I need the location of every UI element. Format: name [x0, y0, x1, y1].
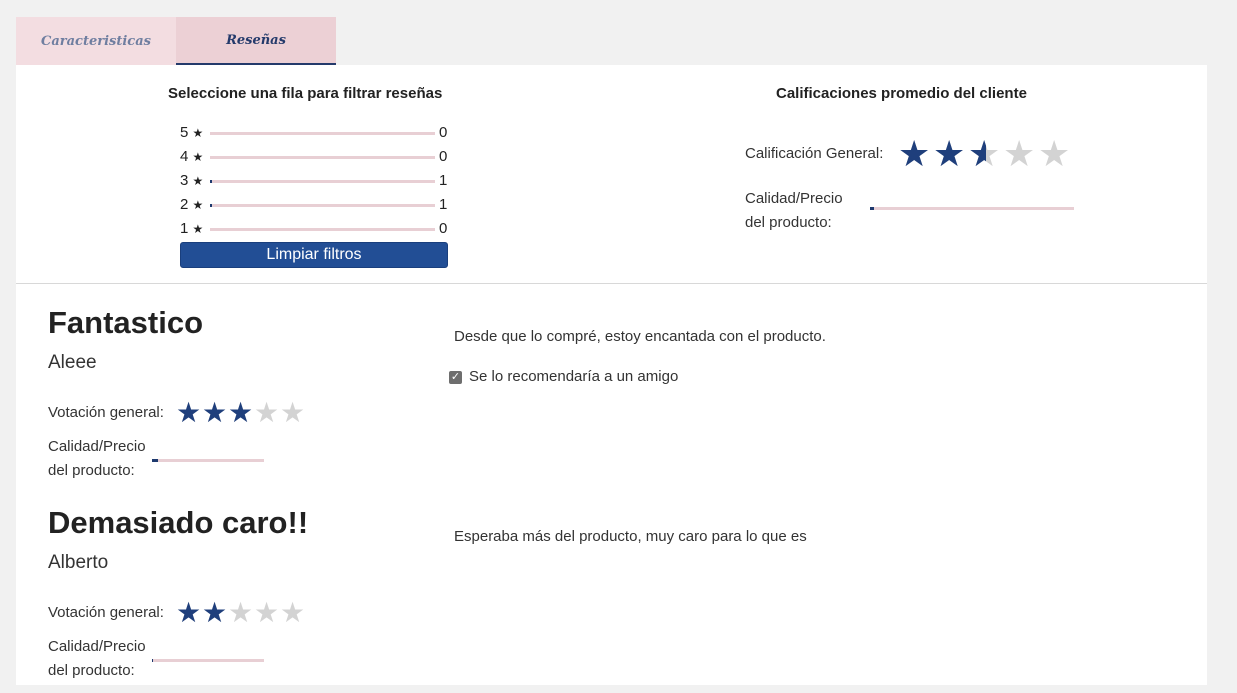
reviews-panel: Seleccione una fila para filtrar reseñas… — [16, 65, 1207, 685]
row-bar-fill — [210, 204, 213, 207]
star-icon: ★ ★ — [176, 597, 202, 628]
filter-row-4-stars[interactable]: 4 ★ 0 — [180, 148, 480, 166]
star-icon: ★ — [192, 174, 204, 188]
row-count: 0 — [439, 124, 448, 141]
star-icon: ★ — [228, 597, 254, 628]
filter-row-5-stars[interactable]: 5 ★ 0 — [180, 124, 480, 142]
star-icon: ★ ★ — [176, 397, 202, 428]
row-bar — [210, 204, 435, 207]
row-bar — [210, 228, 435, 231]
review-body: Desde que lo compré, estoy encantada con… — [454, 328, 826, 345]
star-icon: ★ — [1038, 133, 1071, 174]
review-rating-stars: ★ ★ ★ ★ ★ ★ ★ ★ — [176, 399, 306, 427]
averages-title: Calificaciones promedio del cliente — [776, 85, 1027, 102]
row-bar-fill — [210, 180, 213, 183]
value-rating-label: Calidad/Precio del producto: — [745, 190, 843, 231]
star-icon: ★ — [192, 198, 204, 212]
review-body: Esperaba más del producto, muy caro para… — [454, 528, 807, 545]
recommend-checkbox[interactable]: ✓ — [449, 371, 462, 384]
review-value-label: Calidad/Precio del producto: — [48, 438, 146, 479]
star-icon: ★ — [192, 150, 204, 164]
star-icon: ★ ★ — [933, 133, 966, 174]
star-icon: ★ — [192, 126, 204, 140]
filter-title: Seleccione una fila para filtrar reseñas — [168, 85, 443, 102]
row-label: 3 ★ — [180, 172, 204, 189]
filter-row-2-stars[interactable]: 2 ★ 1 — [180, 196, 480, 214]
review-title: Demasiado caro!! — [48, 505, 309, 540]
row-count: 0 — [439, 220, 448, 237]
value-rating-bar-fill — [870, 207, 875, 210]
review-value-label: Calidad/Precio del producto: — [48, 638, 146, 679]
star-icon: ★ — [280, 397, 306, 428]
row-bar — [210, 156, 435, 159]
row-bar — [210, 180, 435, 183]
row-bar — [210, 132, 435, 135]
overall-rating-stars: ★ ★ ★ ★ ★ ★ ★ ★ — [898, 136, 1073, 172]
row-count: 1 — [439, 172, 448, 189]
star-icon: ★ ★ — [202, 397, 228, 428]
review-value-bar — [152, 459, 264, 462]
star-icon: ★ ★ — [898, 133, 931, 174]
filter-row-3-stars[interactable]: 3 ★ 1 — [180, 172, 480, 190]
star-icon: ★ ★ — [228, 397, 254, 428]
star-icon: ★ — [280, 597, 306, 628]
review-author: Aleee — [48, 352, 97, 373]
clear-filters-button[interactable]: Limpiar filtros — [180, 242, 448, 268]
row-count: 0 — [439, 148, 448, 165]
review-rating-label: Votación general: — [48, 604, 164, 621]
star-icon: ★ ★ — [202, 597, 228, 628]
star-icon: ★ — [192, 222, 204, 236]
section-divider — [16, 283, 1207, 284]
row-label: 1 ★ — [180, 220, 204, 237]
row-label: 5 ★ — [180, 124, 204, 141]
star-icon: ★ — [1003, 133, 1036, 174]
review-value-bar — [152, 659, 264, 662]
review-rating-label: Votación general: — [48, 404, 164, 421]
review-title: Fantastico — [48, 305, 204, 340]
review-value-bar-fill — [152, 459, 158, 462]
value-rating-bar — [870, 207, 1074, 210]
row-label: 4 ★ — [180, 148, 204, 165]
row-count: 1 — [439, 196, 448, 213]
filter-row-1-star[interactable]: 1 ★ 0 — [180, 220, 480, 238]
star-icon: ★ — [254, 397, 280, 428]
overall-rating-label: Calificación General: — [745, 145, 884, 162]
star-icon: ★ — [254, 597, 280, 628]
review-value-bar-fill — [152, 659, 154, 662]
row-label: 2 ★ — [180, 196, 204, 213]
tab-bar: Caracteristicas Reseñas — [16, 17, 336, 65]
review-author: Alberto — [48, 552, 109, 573]
star-icon: ★ ★ — [968, 133, 1001, 174]
tab-resenas[interactable]: Reseñas — [176, 17, 336, 65]
recommend-label: Se lo recomendaría a un amigo — [469, 368, 679, 385]
tab-caracteristicas[interactable]: Caracteristicas — [16, 17, 176, 65]
review-rating-stars: ★ ★ ★ ★ ★ ★ ★ — [176, 599, 306, 627]
